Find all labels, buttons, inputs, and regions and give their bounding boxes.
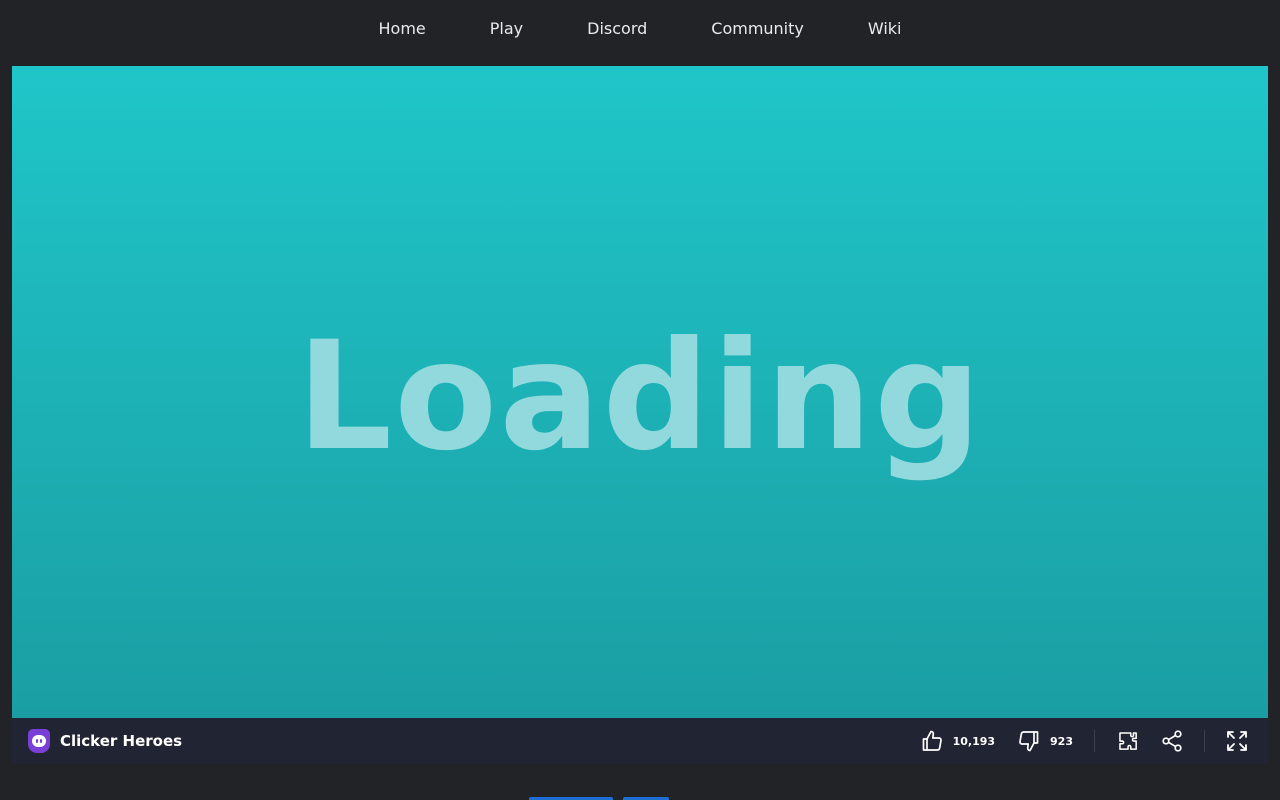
loading-text: Loading (296, 310, 984, 484)
nav-discord-link[interactable]: Discord (587, 19, 647, 38)
like-count: 10,193 (952, 734, 996, 748)
dislike-button[interactable]: 923 (1017, 729, 1073, 753)
embed-button[interactable] (1116, 729, 1140, 753)
share-icon (1162, 730, 1182, 752)
share-button[interactable] (1160, 729, 1184, 753)
fullscreen-button[interactable] (1225, 729, 1249, 753)
purple-shield-logo-icon (28, 729, 50, 753)
nav-play-link[interactable]: Play (490, 19, 523, 38)
actions-divider (1094, 730, 1095, 752)
game-info-bar: Clicker Heroes 10,193 923 (12, 718, 1268, 764)
fullscreen-icon (1227, 731, 1247, 751)
game-title: Clicker Heroes (60, 732, 183, 750)
dislike-count: 923 (1050, 734, 1073, 748)
nav-home-link[interactable]: Home (379, 19, 426, 38)
game-actions: 10,193 923 (920, 718, 1268, 764)
like-button[interactable]: 10,193 (920, 729, 995, 753)
game-canvas[interactable]: Loading (12, 66, 1268, 718)
top-navigation: Home Play Discord Community Wiki (0, 0, 1280, 56)
puzzle-icon (1119, 732, 1137, 750)
actions-divider-2 (1204, 730, 1205, 752)
thumbs-up-icon (922, 730, 942, 751)
nav-community-link[interactable]: Community (711, 19, 804, 38)
nav-wiki-link[interactable]: Wiki (868, 19, 902, 38)
thumbs-down-icon (1019, 731, 1039, 752)
